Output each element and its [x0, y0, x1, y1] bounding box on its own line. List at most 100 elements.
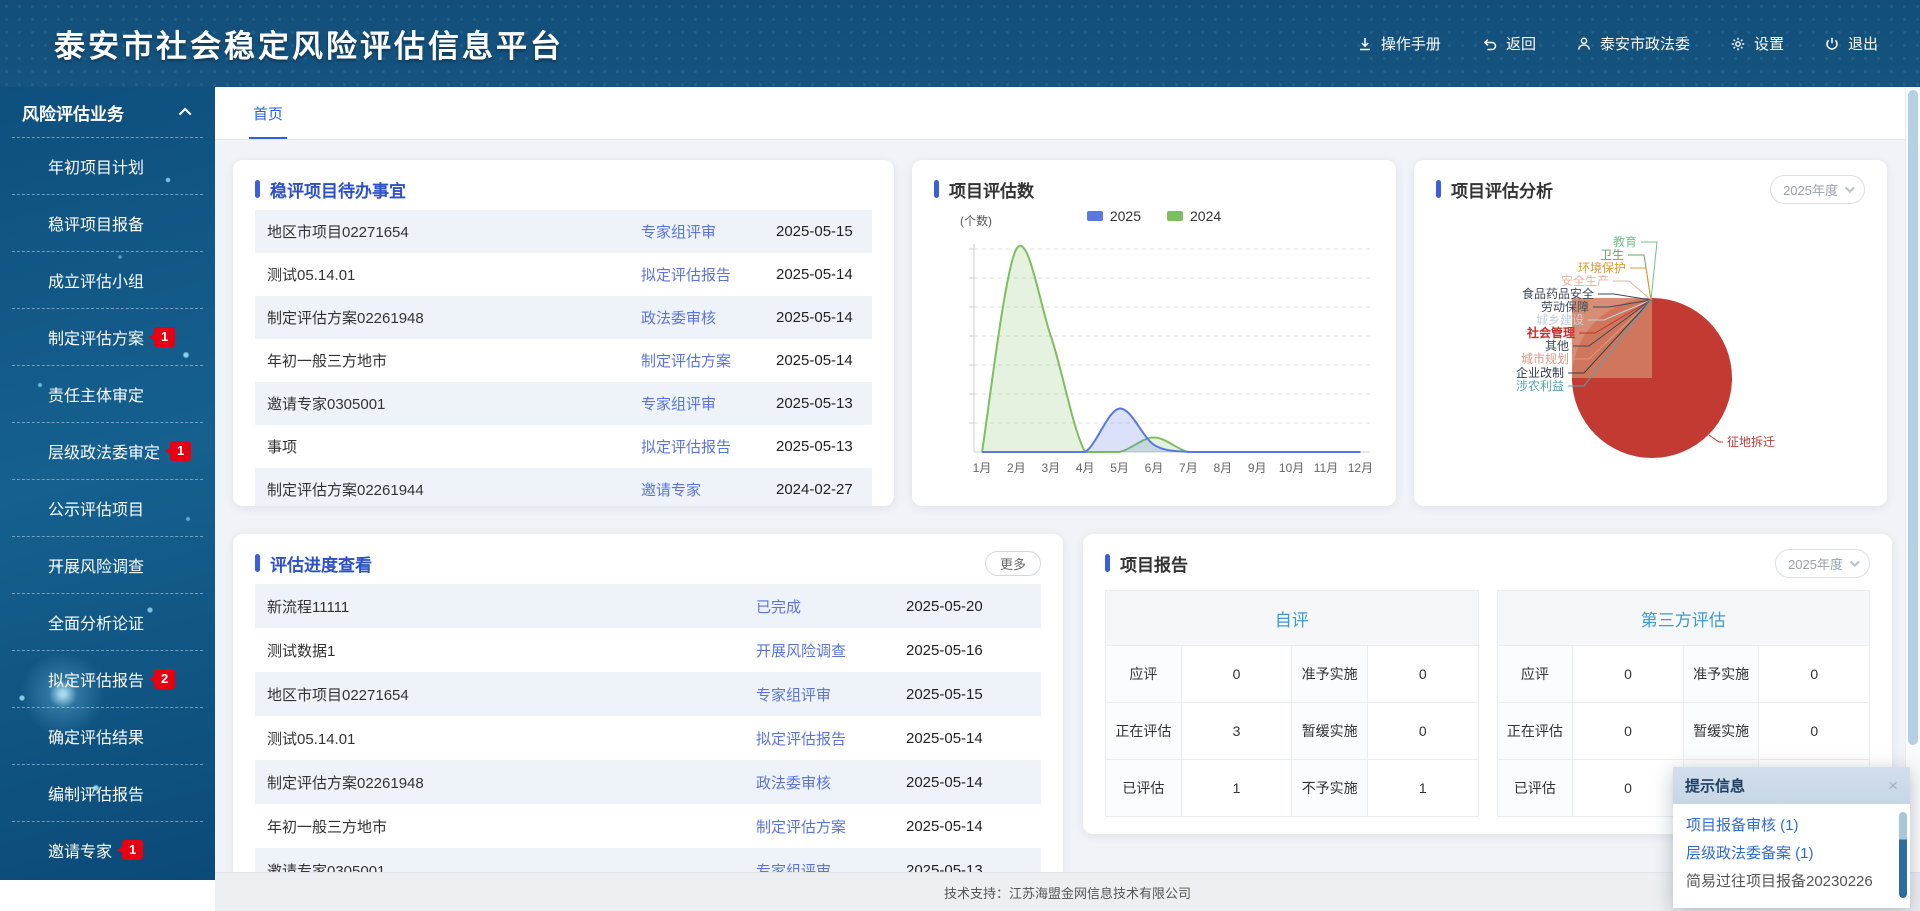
- status-link[interactable]: 拟定评估报告: [641, 436, 776, 457]
- header-menu: 操作手册 返回 泰安市政法委 设置 退出: [1357, 33, 1878, 54]
- toast-link[interactable]: 项目报备审核 (1): [1686, 812, 1892, 840]
- tab-bar: 首页: [215, 87, 1905, 140]
- sidebar-item-label: 开展风险调查: [48, 553, 144, 577]
- close-icon[interactable]: ×: [1888, 776, 1898, 796]
- analysis-year-select[interactable]: 2025年度: [1770, 175, 1865, 204]
- more-button[interactable]: 更多: [985, 551, 1041, 576]
- menu-item-label: 退出: [1848, 33, 1878, 54]
- sidebar-item-label: 年初项目计划: [48, 154, 144, 178]
- eval-count-chart: 1月2月3月4月5月6月7月8月9月10月11月12月: [934, 230, 1374, 492]
- header-menu-gear[interactable]: 设置: [1730, 33, 1784, 54]
- sidebar-item[interactable]: 成立评估小组: [0, 251, 215, 308]
- sidebar-item[interactable]: 责任主体审定: [0, 365, 215, 422]
- svg-text:食品药品安全: 食品药品安全: [1522, 286, 1594, 301]
- header-menu-power[interactable]: 退出: [1824, 33, 1878, 54]
- metric-value: 0: [1759, 646, 1870, 703]
- notification-badge: 1: [170, 441, 191, 461]
- sidebar-item[interactable]: 年初项目计划: [0, 137, 215, 194]
- status-link[interactable]: 拟定评估报告: [641, 264, 776, 285]
- sidebar-items: 年初项目计划稳评项目报备成立评估小组制定评估方案1 责任主体审定层级政法委审定1公…: [0, 137, 215, 878]
- chevron-down-icon: [1845, 183, 1855, 193]
- svg-text:5月: 5月: [1110, 461, 1129, 475]
- svg-text:10月: 10月: [1279, 461, 1304, 475]
- metric-value: 0: [1367, 703, 1478, 760]
- status-link[interactable]: 制定评估方案: [641, 350, 776, 371]
- metric-value: 0: [1573, 646, 1684, 703]
- toast-scrollbar[interactable]: [1899, 812, 1907, 898]
- progress-card-title: 评估进度查看: [270, 551, 372, 576]
- sidebar-item-label: 编制评估报告: [48, 781, 144, 805]
- svg-text:安全生产: 安全生产: [1561, 273, 1609, 288]
- title-bar-icon: [1436, 180, 1441, 198]
- svg-text:3月: 3月: [1041, 461, 1060, 475]
- svg-text:城乡建设: 城乡建设: [1536, 313, 1584, 327]
- svg-text:4月: 4月: [1076, 461, 1095, 475]
- status-link[interactable]: 政法委审核: [641, 307, 776, 328]
- list-item: 测试数据1开展风险调查2025-05-16: [255, 628, 1041, 672]
- svg-text:涉农利益: 涉农利益: [1516, 379, 1564, 393]
- sidebar-item[interactable]: 全面分析论证: [0, 593, 215, 650]
- list-item: 制定评估方案02261948政法委审核2025-05-14: [255, 760, 1041, 804]
- metric-label: 暂缓实施: [1292, 703, 1368, 760]
- metric-label: 已评估: [1106, 760, 1182, 817]
- project-name: 制定评估方案02261948: [267, 307, 641, 328]
- header-menu-download[interactable]: 操作手册: [1357, 33, 1441, 54]
- date-value: 2025-05-14: [776, 309, 860, 326]
- sidebar-group-risk-assessment[interactable]: 风险评估业务: [0, 87, 215, 137]
- sidebar-item[interactable]: 制定评估方案1: [0, 308, 215, 365]
- project-name: 年初一般三方地市: [267, 816, 756, 837]
- svg-text:8月: 8月: [1213, 461, 1232, 475]
- project-name: 年初一般三方地市: [267, 350, 641, 371]
- toast-link[interactable]: 层级政法委备案 (1): [1686, 840, 1892, 868]
- menu-item-label: 设置: [1754, 33, 1784, 54]
- svg-text:环境保护: 环境保护: [1578, 260, 1626, 275]
- content: 稳评项目待办事宜 地区市项目02271654专家组评审2025-05-15测试0…: [215, 140, 1905, 888]
- sidebar-item[interactable]: 拟定评估报告2: [0, 650, 215, 707]
- project-name: 地区市项目02271654: [267, 684, 756, 705]
- title-bar-icon: [255, 554, 260, 572]
- header-menu-undo[interactable]: 返回: [1481, 33, 1536, 54]
- list-item: 地区市项目02271654专家组评审2025-05-15: [255, 672, 1041, 716]
- project-name: 制定评估方案02261944: [267, 479, 641, 500]
- status-link[interactable]: 政法委审核: [756, 772, 906, 793]
- svg-text:教育: 教育: [1613, 234, 1637, 249]
- project-name: 测试数据1: [267, 640, 756, 661]
- status-link[interactable]: 邀请专家: [641, 479, 776, 500]
- status-link[interactable]: 拟定评估报告: [756, 728, 906, 749]
- user-icon: [1576, 36, 1592, 52]
- table-title: 第三方评估: [1497, 591, 1870, 646]
- svg-text:1月: 1月: [973, 461, 992, 475]
- sidebar-item[interactable]: 开展风险调查: [0, 536, 215, 593]
- sidebar-item[interactable]: 邀请专家1: [0, 821, 215, 878]
- svg-text:城市规划: 城市规划: [1521, 351, 1569, 366]
- sidebar-item[interactable]: 确定评估结果: [0, 707, 215, 764]
- status-link[interactable]: 专家组评审: [641, 221, 776, 242]
- sidebar-item-label: 责任主体审定: [48, 382, 144, 406]
- status-link[interactable]: 专家组评审: [641, 393, 776, 414]
- status-link[interactable]: 开展风险调查: [756, 640, 906, 661]
- toast-header: 提示信息 ×: [1673, 767, 1910, 804]
- legend-2024[interactable]: 2024: [1167, 208, 1221, 224]
- scrollbar-thumb[interactable]: [1908, 90, 1918, 745]
- legend-2025[interactable]: 2025: [1087, 208, 1141, 224]
- report-table-self: 自评应评0准予实施0正在评估3暂缓实施0已评估1不予实施1: [1105, 590, 1479, 817]
- sidebar-item-label: 确定评估结果: [48, 724, 144, 748]
- status-link[interactable]: 制定评估方案: [756, 816, 906, 837]
- trend-card-title: 项目评估数: [949, 177, 1034, 202]
- report-year-select[interactable]: 2025年度: [1775, 549, 1870, 578]
- sidebar-item[interactable]: 编制评估报告: [0, 764, 215, 821]
- sidebar-item[interactable]: 稳评项目报备: [0, 194, 215, 251]
- notification-badge: 1: [154, 327, 175, 347]
- footer-text: 技术支持：江苏海盟金网信息技术有限公司: [944, 883, 1191, 902]
- metric-label: 正在评估: [1106, 703, 1182, 760]
- header-menu-user[interactable]: 泰安市政法委: [1576, 33, 1690, 54]
- status-link[interactable]: 专家组评审: [756, 684, 906, 705]
- sidebar-item[interactable]: 公示评估项目: [0, 479, 215, 536]
- list-item: 年初一般三方地市制定评估方案2025-05-14: [255, 339, 872, 382]
- sidebar-item[interactable]: 层级政法委审定1: [0, 422, 215, 479]
- menu-item-label: 返回: [1506, 33, 1536, 54]
- svg-text:2月: 2月: [1007, 461, 1026, 475]
- sidebar-item-label: 邀请专家: [48, 838, 112, 862]
- status-link[interactable]: 已完成: [756, 596, 906, 617]
- tab-home[interactable]: 首页: [249, 103, 287, 139]
